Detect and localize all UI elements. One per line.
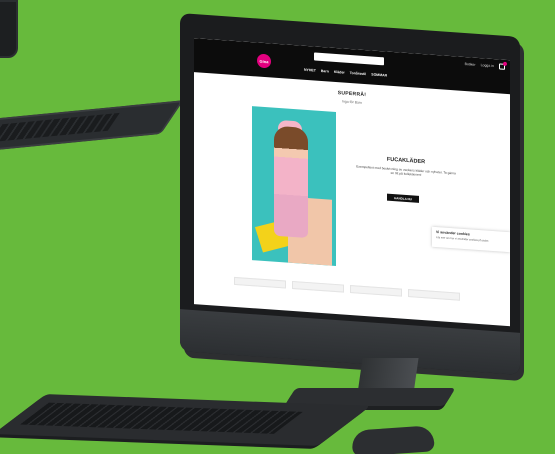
- nav-item-summer[interactable]: SOMMAR: [371, 72, 387, 77]
- product-card[interactable]: [292, 280, 344, 293]
- website-screen: Gina Butiker Logga in NYHET Barn Kläder …: [194, 38, 510, 327]
- main-nav: NYHET Barn Kläder Tonårsstil SOMMAR: [304, 68, 387, 78]
- site-logo[interactable]: Gina: [257, 53, 271, 69]
- search-input[interactable]: [314, 52, 384, 66]
- nav-item-kids[interactable]: Barn: [321, 69, 329, 74]
- utility-link-stores[interactable]: Butiker: [465, 62, 476, 67]
- background-keyboard: [0, 100, 184, 154]
- nav-item-clothes[interactable]: Kläder: [334, 70, 345, 75]
- cart-badge: [503, 61, 507, 66]
- product-card[interactable]: [234, 276, 286, 289]
- monitor: Gina Butiker Logga in NYHET Barn Kläder …: [180, 13, 520, 375]
- promo-text: Exempeltext med beskrivning av veckans k…: [356, 164, 456, 178]
- image-child-figure: [274, 125, 308, 239]
- shop-now-button[interactable]: HANDLA NU: [387, 193, 419, 203]
- utility-links: Butiker Logga in: [465, 62, 494, 68]
- product-card[interactable]: [408, 289, 460, 301]
- utility-link-login[interactable]: Logga in: [481, 63, 494, 68]
- cookie-toast[interactable]: Vi använder cookies Läs mer om hur vi an…: [432, 226, 510, 253]
- hero-image[interactable]: [252, 106, 336, 267]
- product-card[interactable]: [350, 285, 402, 297]
- nav-item-teen[interactable]: Tonårsstil: [350, 71, 366, 76]
- background-monitor: [0, 0, 18, 58]
- mouse: [351, 425, 435, 454]
- nav-item-new[interactable]: NYHET: [304, 68, 316, 73]
- product-row: [234, 276, 460, 301]
